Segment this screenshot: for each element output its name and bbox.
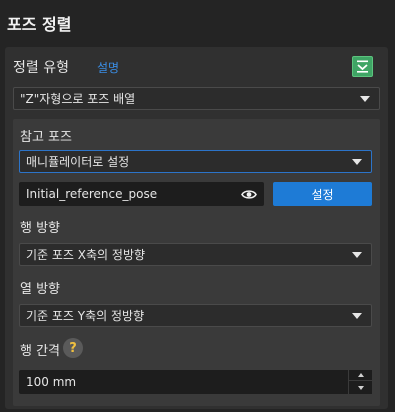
- pose-sorting-panel: 정렬 유형 설명 "Z"자형으로 포즈 배열 참고 포즈 매니퓰레이터로 설정 …: [5, 47, 388, 409]
- column-direction-value: 기준 포즈 Y축의 정방향: [26, 309, 145, 323]
- column-direction-label: 열 방향: [20, 282, 61, 297]
- chevron-down-icon: [357, 60, 368, 73]
- row-spacing-stepper[interactable]: [348, 370, 372, 394]
- page-title: 포즈 정렬: [7, 15, 72, 34]
- increment-button[interactable]: [349, 370, 372, 381]
- column-direction-select[interactable]: 기준 포즈 Y축의 정방향: [19, 304, 372, 327]
- row-spacing-label: 행 간격: [20, 344, 61, 359]
- sort-type-value: "Z"자형으로 포즈 배열: [20, 92, 136, 106]
- sort-type-label: 정렬 유형: [13, 60, 69, 76]
- dropdown-arrow-icon: [352, 252, 362, 258]
- arrow-up-icon: [357, 373, 364, 377]
- reference-pose-name-value: Initial_reference_pose: [26, 187, 158, 201]
- sort-type-select[interactable]: "Z"자형으로 포즈 배열: [13, 87, 380, 110]
- dropdown-arrow-icon: [352, 159, 362, 165]
- help-link[interactable]: 설명: [97, 59, 119, 76]
- sort-settings-subpanel: 참고 포즈 매니퓰레이터로 설정 Initial_reference_pose …: [13, 119, 380, 406]
- reference-pose-source-select[interactable]: 매니퓰레이터로 설정: [19, 150, 372, 173]
- dropdown-arrow-icon: [352, 313, 362, 319]
- row-direction-select[interactable]: 기준 포즈 X축의 정방향: [19, 243, 372, 266]
- decrement-button[interactable]: [349, 382, 372, 393]
- arrow-down-icon: [357, 385, 364, 390]
- reference-pose-name-input[interactable]: Initial_reference_pose: [19, 182, 264, 206]
- row-direction-value: 기준 포즈 X축의 정방향: [26, 248, 146, 262]
- row-spacing-value: 100 mm: [26, 375, 77, 389]
- collapse-button[interactable]: [352, 56, 373, 77]
- reference-pose-source-value: 매니퓰레이터로 설정: [26, 155, 130, 169]
- help-icon[interactable]: ?: [63, 338, 83, 358]
- sort-type-header: 정렬 유형: [13, 57, 69, 77]
- eye-icon[interactable]: [241, 188, 257, 201]
- dropdown-arrow-icon: [360, 96, 370, 102]
- set-button[interactable]: 설정: [273, 182, 372, 206]
- reference-pose-label: 참고 포즈: [20, 130, 72, 145]
- row-direction-label: 행 방향: [20, 221, 61, 236]
- row-spacing-input[interactable]: 100 mm: [19, 370, 372, 394]
